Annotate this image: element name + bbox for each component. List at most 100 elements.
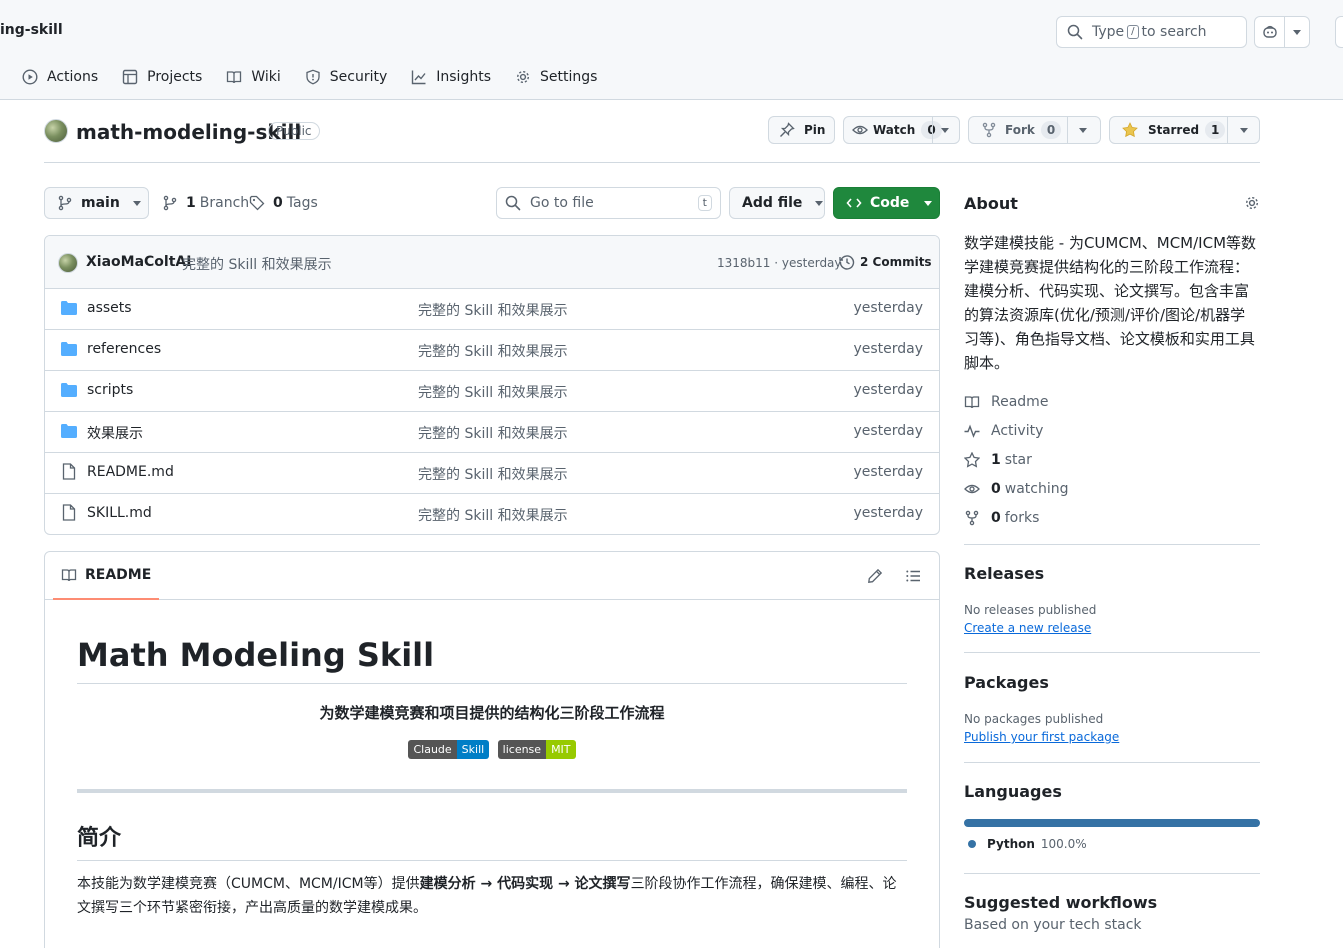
fork-button[interactable]: Fork 0 [968,116,1101,144]
file-commit-message[interactable]: 完整的 Skill 和效果展示 [418,423,568,443]
go-to-file-placeholder: Go to file [530,195,594,211]
file-commit-message[interactable]: 完整的 Skill 和效果展示 [418,464,568,484]
watchers-link[interactable]: 0 watching [964,481,1069,497]
tab-projects[interactable]: Projects [114,61,210,93]
file-name[interactable]: README.md [87,464,174,480]
packages-heading[interactable]: Packages [964,673,1049,692]
tab-label: Actions [47,69,99,85]
visibility-badge: Public [268,122,320,140]
file-name[interactable]: scripts [87,382,133,398]
file-commit-message[interactable]: 完整的 Skill 和效果展示 [418,300,568,320]
copilot-menu-button[interactable] [1285,17,1309,47]
readme-header: README [45,552,939,600]
file-row[interactable]: references 完整的 Skill 和效果展示 yesterday [45,330,939,371]
fork-count: 0 [1040,121,1062,139]
fork-menu-button[interactable] [1067,117,1098,143]
license-badge[interactable]: license MIT [497,740,576,759]
watch-menu-button[interactable] [932,117,957,143]
code-button[interactable]: Code [833,187,940,219]
go-to-file-input[interactable]: Go to file t [496,187,721,219]
gear-icon[interactable] [1244,195,1260,211]
file-name[interactable]: assets [87,300,132,316]
intro-text: 本技能为数学建模竞赛（CUMCM、MCM/ICM等）提供 [77,876,420,892]
pin-icon [779,122,795,138]
pencil-icon[interactable] [867,568,883,584]
sidebar-divider [964,544,1260,545]
section-heading: 简介 [77,820,907,861]
repo-nav-tabs: Actions Projects Wiki Security Insights … [0,60,613,94]
search-shortcut-key: / [1127,25,1139,39]
sidebar-divider [964,762,1260,763]
tab-settings[interactable]: Settings [507,61,605,93]
tab-wiki[interactable]: Wiki [218,61,288,93]
file-commit-message[interactable]: 完整的 Skill 和效果展示 [418,341,568,361]
releases-heading[interactable]: Releases [964,564,1044,583]
file-name[interactable]: 效果展示 [87,423,143,443]
history-icon [839,254,855,270]
readme-link-label: Readme [991,394,1049,410]
tab-label: Wiki [251,69,281,85]
tags-link[interactable]: 0 Tags [249,195,318,211]
repo-breadcrumb[interactable]: ing-skill [0,22,63,38]
file-name[interactable]: SKILL.md [87,505,152,521]
watching-label: watching [1004,481,1069,497]
tab-actions[interactable]: Actions [14,61,106,93]
language-bar [964,819,1260,827]
watch-button[interactable]: Watch 0 [843,116,960,144]
readme-panel: README Math Modeling Skill 为数学建模竞赛和项目提供的… [44,551,940,948]
claude-skill-badge[interactable]: Claude Skill [408,740,490,759]
forks-link[interactable]: 0 forks [964,510,1039,526]
add-file-button[interactable]: Add file [729,187,825,219]
activity-link[interactable]: Activity [964,423,1043,439]
file-row[interactable]: 效果展示 完整的 Skill 和效果展示 yesterday [45,412,939,453]
file-commit-message[interactable]: 完整的 Skill 和效果展示 [418,382,568,402]
readme-tab[interactable]: README [53,552,160,600]
file-date: yesterday [853,505,923,521]
language-percent: 100.0% [1040,837,1087,851]
pin-button[interactable]: Pin [768,116,835,144]
pin-label: Pin [804,123,826,137]
tab-security[interactable]: Security [297,61,396,93]
file-commit-message[interactable]: 完整的 Skill 和效果展示 [418,505,568,525]
file-icon [61,504,77,521]
publish-package-link[interactable]: Publish your first package [964,730,1119,744]
search-icon [505,195,521,211]
branch-name: main [81,195,120,211]
commits-link[interactable]: 2 Commits [839,254,932,270]
create-release-link[interactable]: Create a new release [964,621,1091,635]
starred-button[interactable]: Starred 1 [1109,116,1260,144]
file-row[interactable]: scripts 完整的 Skill 和效果展示 yesterday [45,371,939,412]
go-to-file-shortcut: t [697,195,712,211]
triangle-down-icon [924,200,933,206]
readme-link[interactable]: Readme [964,394,1048,410]
file-row[interactable]: README.md 完整的 Skill 和效果展示 yesterday [45,453,939,494]
commit-author-avatar[interactable] [58,253,78,273]
code-icon [846,195,862,211]
global-search-input[interactable]: Type / to search [1056,16,1247,48]
file-row[interactable]: SKILL.md 完整的 Skill 和效果展示 yesterday [45,494,939,534]
stars-link[interactable]: 1 star [964,452,1032,468]
create-new-button[interactable] [1335,16,1343,48]
commit-time: yesterday [781,256,842,270]
folder-icon [61,383,77,397]
list-unordered-icon[interactable] [905,568,921,584]
copilot-button[interactable] [1255,17,1285,47]
folder-icon [61,424,77,438]
owner-avatar[interactable] [44,119,68,143]
commit-hash[interactable]: 1318b11 [717,256,770,270]
commit-message[interactable]: 完整的 Skill 和效果展示 [182,254,332,274]
search-icon [1067,24,1083,40]
star-menu-button[interactable] [1227,117,1260,143]
branch-selector[interactable]: main [44,187,149,219]
tab-insights[interactable]: Insights [403,61,499,93]
file-name[interactable]: references [87,341,161,357]
file-row[interactable]: assets 完整的 Skill 和效果展示 yesterday [45,289,939,330]
code-label: Code [870,195,910,211]
git-branch-icon [162,195,178,211]
search-suffix: to search [1141,24,1207,40]
branch-label: Branch [199,195,250,211]
branches-link[interactable]: 1 Branch [162,195,249,211]
commit-author[interactable]: XiaoMaColtAI [86,254,191,270]
language-python[interactable]: Python 100.0% [968,837,1087,851]
branch-count: 1 [186,195,196,211]
